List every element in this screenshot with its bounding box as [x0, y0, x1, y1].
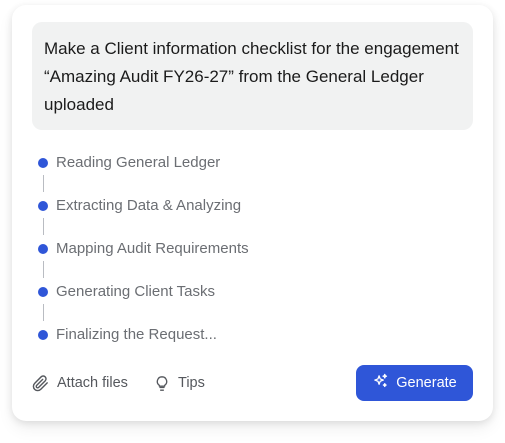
step-dot	[38, 287, 48, 297]
progress-step: Generating Client Tasks	[38, 279, 438, 322]
sparkle-icon	[372, 373, 389, 394]
attach-files-button[interactable]: Attach files	[32, 365, 128, 401]
generate-label: Generate	[396, 375, 457, 391]
step-connector	[42, 175, 44, 192]
generation-card: Make a Client information checklist for …	[12, 5, 493, 421]
progress-steps: Reading General Ledger Extracting Data &…	[38, 150, 438, 365]
attach-files-label: Attach files	[57, 375, 128, 391]
generate-button[interactable]: Generate	[356, 365, 473, 401]
step-label: Mapping Audit Requirements	[56, 240, 249, 257]
action-bar: Attach files Tips Generate	[32, 365, 473, 401]
progress-step: Mapping Audit Requirements	[38, 236, 438, 279]
step-label: Finalizing the Request...	[56, 326, 217, 343]
tips-button[interactable]: Tips	[154, 365, 205, 401]
step-connector	[42, 261, 44, 278]
progress-step: Extracting Data & Analyzing	[38, 193, 438, 236]
paperclip-icon	[32, 374, 49, 392]
step-connector	[42, 304, 44, 321]
step-dot	[38, 330, 48, 340]
lightbulb-icon	[154, 375, 170, 392]
step-dot	[38, 201, 48, 211]
step-label: Reading General Ledger	[56, 154, 221, 171]
progress-step: Reading General Ledger	[38, 150, 438, 193]
progress-step: Finalizing the Request...	[38, 322, 438, 365]
tips-label: Tips	[178, 375, 205, 391]
step-connector	[42, 218, 44, 235]
prompt-text: Make a Client information checklist for …	[32, 22, 473, 130]
step-dot	[38, 244, 48, 254]
step-label: Extracting Data & Analyzing	[56, 197, 242, 214]
step-dot	[38, 158, 48, 168]
step-label: Generating Client Tasks	[56, 283, 215, 300]
